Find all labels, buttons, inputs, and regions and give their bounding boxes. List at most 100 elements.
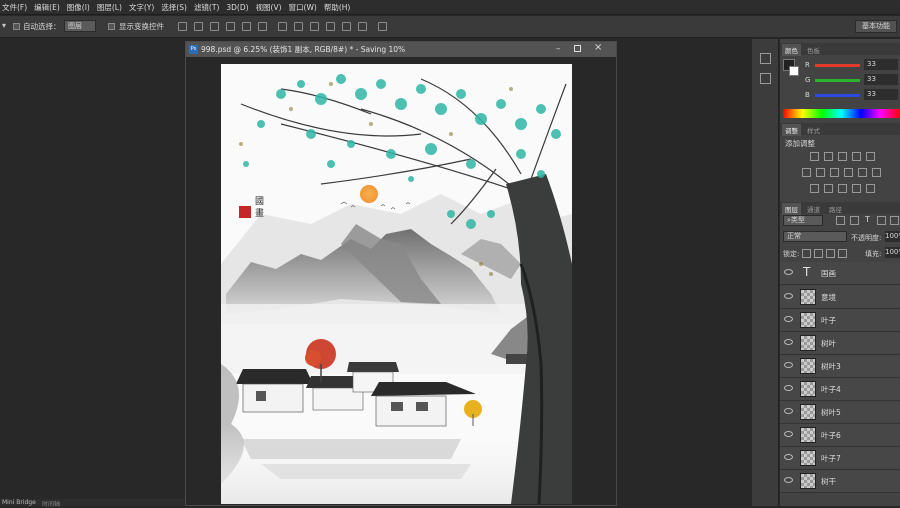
eye-icon[interactable] (784, 293, 793, 299)
blend-mode-dropdown[interactable]: 正常 (783, 231, 847, 242)
auto-select-checkbox[interactable] (13, 23, 20, 30)
auto-select-dropdown[interactable]: 图层 (64, 20, 96, 32)
menu-edit[interactable]: 编辑(E) (34, 2, 67, 13)
distribute-top-icon[interactable] (278, 22, 287, 31)
vibrance-icon[interactable] (866, 152, 875, 161)
layer-row[interactable]: 意境 (780, 286, 900, 309)
lock-all-icon[interactable] (838, 249, 847, 258)
exposure-icon[interactable] (852, 152, 861, 161)
close-icon[interactable]: × (594, 42, 602, 53)
filter-pixel-icon[interactable] (836, 216, 845, 225)
color-balance-icon[interactable] (816, 168, 825, 177)
align-top-icon[interactable] (178, 22, 187, 31)
eye-icon[interactable] (784, 408, 793, 414)
distribute-vcenter-icon[interactable] (294, 22, 303, 31)
tab-swatches[interactable]: 色板 (804, 44, 823, 56)
photo-filter-icon[interactable] (844, 168, 853, 177)
threshold-icon[interactable] (838, 184, 847, 193)
align-left-icon[interactable] (226, 22, 235, 31)
show-transform-checkbox[interactable] (108, 23, 115, 30)
filter-shape-icon[interactable] (877, 216, 886, 225)
opacity-input[interactable]: 100% (885, 231, 900, 242)
layer-row[interactable]: 树叶3 (780, 355, 900, 378)
menu-view[interactable]: 视图(V) (256, 2, 289, 13)
gradient-map-icon[interactable] (852, 184, 861, 193)
posterize-icon[interactable] (824, 184, 833, 193)
align-right-icon[interactable] (258, 22, 267, 31)
layer-filter-dropdown[interactable]: ⌕类型 (783, 215, 823, 226)
distribute-hcenter-icon[interactable] (342, 22, 351, 31)
maximize-icon[interactable] (574, 45, 581, 52)
properties-panel-icon[interactable] (760, 73, 771, 84)
layer-row[interactable]: 叶子 (780, 309, 900, 332)
auto-align-icon[interactable] (378, 22, 387, 31)
menu-help[interactable]: 帮助(H) (324, 2, 358, 13)
distribute-left-icon[interactable] (326, 22, 335, 31)
menu-filter[interactable]: 滤镜(T) (194, 2, 226, 13)
color-lookup-icon[interactable] (872, 168, 881, 177)
tool-preset-arrow-icon[interactable]: ▾ (2, 21, 6, 30)
tab-layers[interactable]: 图层 (782, 203, 801, 215)
channel-b-slider[interactable] (815, 94, 860, 97)
artwork-canvas[interactable]: 國 畫 (221, 64, 572, 504)
eye-icon[interactable] (784, 269, 793, 275)
color-spectrum-bar[interactable] (783, 109, 900, 118)
channel-b-value[interactable]: 33 (864, 89, 898, 100)
layer-row[interactable]: 树干 (780, 470, 900, 493)
menu-window[interactable]: 窗口(W) (289, 2, 324, 13)
tab-styles[interactable]: 样式 (804, 124, 823, 136)
lock-paint-icon[interactable] (814, 249, 823, 258)
tab-color[interactable]: 颜色 (782, 44, 801, 56)
eye-icon[interactable] (784, 431, 793, 437)
menu-type[interactable]: 文字(Y) (129, 2, 161, 13)
layer-row[interactable]: 叶子4 (780, 378, 900, 401)
channel-g-slider[interactable] (815, 79, 860, 82)
tab-adjustments[interactable]: 调整 (782, 124, 801, 136)
filter-smart-icon[interactable] (890, 216, 899, 225)
layer-row[interactable]: 叶子6 (780, 424, 900, 447)
menu-3d[interactable]: 3D(D) (226, 3, 255, 12)
channel-g-value[interactable]: 33 (864, 74, 898, 85)
channel-r-slider[interactable] (815, 64, 860, 67)
black-white-icon[interactable] (830, 168, 839, 177)
eye-icon[interactable] (784, 339, 793, 345)
layer-row[interactable]: 叶子7 (780, 447, 900, 470)
history-panel-icon[interactable] (760, 53, 771, 64)
selective-color-icon[interactable] (866, 184, 875, 193)
menu-layer[interactable]: 图层(L) (97, 2, 129, 13)
brightness-icon[interactable] (810, 152, 819, 161)
menu-select[interactable]: 选择(S) (161, 2, 194, 13)
channel-mixer-icon[interactable] (858, 168, 867, 177)
tab-channels[interactable]: 通道 (804, 203, 823, 215)
workspace-switcher[interactable]: 基本功能 (855, 20, 897, 33)
align-bottom-icon[interactable] (210, 22, 219, 31)
menu-image[interactable]: 图像(I) (67, 2, 97, 13)
align-vcenter-icon[interactable] (194, 22, 203, 31)
lock-transparent-icon[interactable] (802, 249, 811, 258)
eye-icon[interactable] (784, 385, 793, 391)
layer-row[interactable]: T 国画 (780, 262, 900, 285)
document-tab[interactable]: Ps 998.psd @ 6.25% (装饰1 副本, RGB/8#) * - … (186, 42, 616, 57)
eye-icon[interactable] (784, 454, 793, 460)
tab-paths[interactable]: 路径 (826, 203, 845, 215)
eye-icon[interactable] (784, 316, 793, 322)
menu-file[interactable]: 文件(F) (0, 2, 34, 13)
distribute-bottom-icon[interactable] (310, 22, 319, 31)
layer-row[interactable]: 树叶5 (780, 401, 900, 424)
curves-icon[interactable] (838, 152, 847, 161)
align-hcenter-icon[interactable] (242, 22, 251, 31)
eye-icon[interactable] (784, 477, 793, 483)
minimize-icon[interactable]: – (556, 44, 561, 54)
tab-timeline[interactable]: 时间轴 (42, 499, 60, 508)
filter-adjust-icon[interactable] (850, 216, 859, 225)
eye-icon[interactable] (784, 362, 793, 368)
filter-type-icon[interactable]: T (865, 215, 870, 224)
tab-mini-bridge[interactable]: Mini Bridge (2, 499, 36, 506)
hue-sat-icon[interactable] (802, 168, 811, 177)
invert-icon[interactable] (810, 184, 819, 193)
fill-input[interactable]: 100% (885, 247, 900, 258)
channel-r-value[interactable]: 33 (864, 59, 898, 70)
levels-icon[interactable] (824, 152, 833, 161)
lock-move-icon[interactable] (826, 249, 835, 258)
layer-row[interactable]: 树叶 (780, 332, 900, 355)
